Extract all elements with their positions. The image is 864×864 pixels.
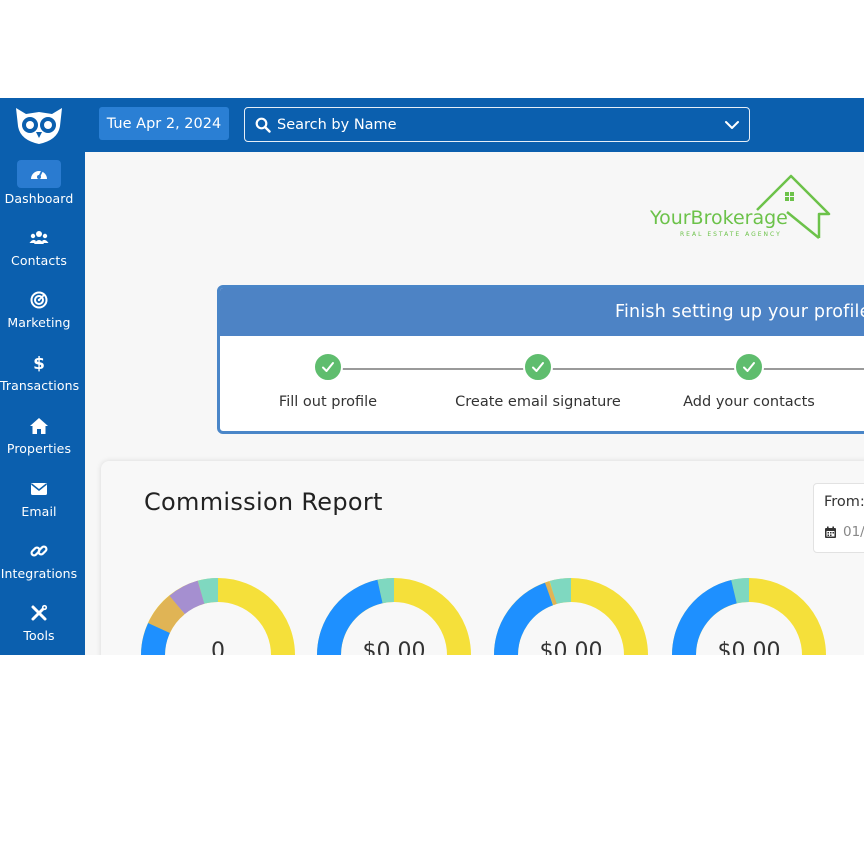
main-content: YourBrokerage REAL ESTATE AGENCY Finish … — [85, 152, 864, 655]
sidebar-item-label: Properties — [6, 441, 72, 456]
sidebar-item-properties[interactable]: Properties — [0, 414, 78, 456]
profile-setup-card: Finish setting up your profile Fill out … — [217, 285, 864, 434]
sidebar-item-label: Dashboard — [4, 191, 74, 206]
sidebar: Dashboard Contacts Marketing $ Transacti… — [0, 98, 85, 655]
dollar-icon: $ — [33, 354, 45, 373]
sidebar-item-tools[interactable]: Tools — [0, 601, 78, 643]
sidebar-item-label: Marketing — [7, 315, 71, 330]
link-icon — [30, 545, 48, 557]
users-icon — [29, 231, 49, 244]
setup-card-title: Finish setting up your profile — [220, 288, 864, 336]
top-bar: Tue Apr 2, 2024 Search by Name — [85, 98, 864, 152]
donut-value: $0.00 — [717, 639, 781, 655]
sidebar-item-integrations[interactable]: Integrations — [0, 539, 78, 581]
search-placeholder: Search by Name — [277, 116, 397, 133]
setup-steps: Fill out profile Create email signature … — [220, 336, 864, 431]
donut-value: $0.00 — [539, 639, 603, 655]
step-label: Fill out profile — [278, 394, 378, 410]
owl-logo-icon[interactable] — [12, 104, 66, 146]
setup-step[interactable]: Create email signature — [438, 352, 638, 410]
setup-step[interactable]: Fill out profile — [228, 352, 428, 410]
donut-segment-teal — [377, 578, 395, 604]
sidebar-item-email[interactable]: Email — [0, 477, 78, 519]
from-date-value: 01/0 — [843, 524, 864, 540]
report-title: Commission Report — [144, 488, 383, 516]
donut-segment-purple — [169, 580, 205, 615]
brand-name: YourBrokerage — [649, 207, 788, 229]
date-range-from[interactable]: From: 01/0 — [813, 483, 864, 553]
donut-segment-orange — [148, 595, 185, 634]
sidebar-item-label: Tools — [23, 628, 55, 643]
step-label: Add your contacts — [683, 394, 815, 410]
sidebar-item-contacts[interactable]: Contacts — [0, 226, 78, 268]
svg-text:$: $ — [33, 354, 45, 373]
sidebar-item-dashboard[interactable]: Dashboard — [0, 160, 78, 206]
brand-tagline: REAL ESTATE AGENCY — [680, 231, 782, 238]
from-label: From: — [824, 494, 864, 510]
sidebar-item-transactions[interactable]: $ Transactions — [0, 351, 80, 393]
envelope-icon — [31, 483, 47, 495]
date-chip[interactable]: Tue Apr 2, 2024 — [99, 107, 229, 140]
setup-step[interactable]: Add your contacts — [649, 352, 849, 410]
brokerage-logo: YourBrokerage REAL ESTATE AGENCY — [649, 174, 831, 239]
sidebar-item-marketing[interactable]: Marketing — [0, 288, 78, 330]
donut-segment-orange — [544, 581, 557, 606]
donut-segment-teal — [197, 578, 219, 604]
donut-value: $0.00 — [362, 639, 426, 655]
search-input[interactable]: Search by Name — [244, 107, 750, 142]
sidebar-item-label: Integrations — [0, 566, 78, 581]
donut-segment-teal — [549, 578, 572, 605]
sidebar-item-label: Transactions — [0, 378, 80, 393]
donut-segment-teal — [731, 578, 750, 604]
donut-value: 0 — [211, 639, 225, 655]
app-window: Dashboard Contacts Marketing $ Transacti… — [0, 98, 864, 655]
target-icon — [30, 291, 48, 309]
sidebar-item-label: Contacts — [11, 253, 67, 268]
step-label: Create email signature — [455, 394, 621, 410]
sidebar-item-label: Email — [21, 504, 57, 519]
home-icon — [30, 418, 48, 434]
check-circle-icon — [523, 352, 553, 382]
check-circle-icon — [313, 352, 343, 382]
search-icon — [255, 117, 271, 133]
chevron-down-icon[interactable] — [723, 116, 741, 134]
dashboard-icon — [31, 170, 47, 179]
tools-icon — [31, 604, 48, 621]
commission-report-card: Commission Report From: 01 0 $0.00 $0.00… — [101, 461, 864, 655]
calendar-icon — [825, 526, 836, 538]
check-circle-icon — [734, 352, 764, 382]
